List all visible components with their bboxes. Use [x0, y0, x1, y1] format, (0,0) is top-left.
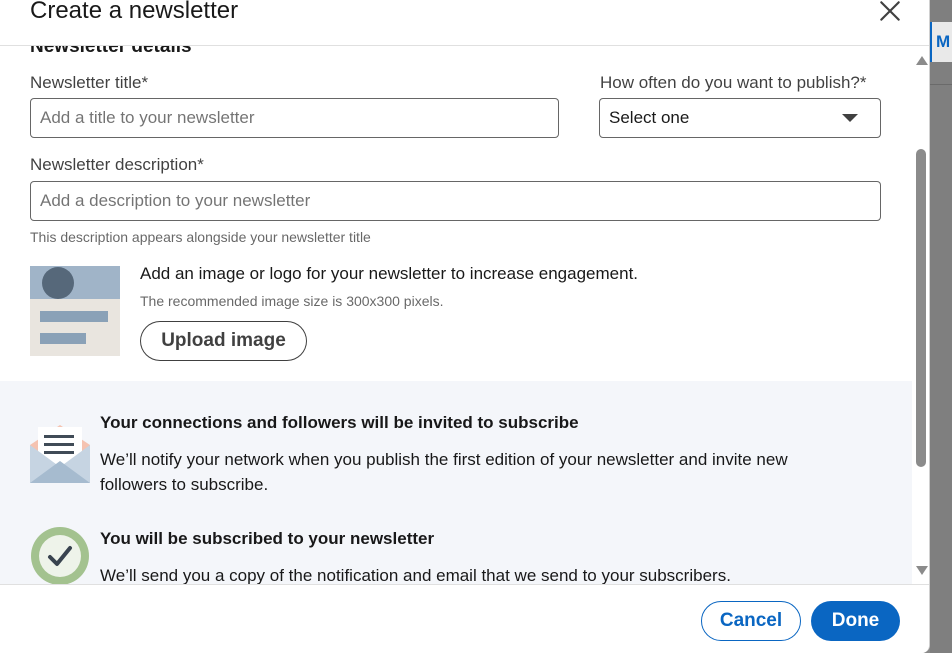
close-button[interactable] — [872, 0, 908, 28]
dialog-header: Create a newsletter — [0, 0, 929, 46]
dialog-footer: Cancel Done — [0, 584, 929, 653]
info-title-self-subscribe: You will be subscribed to your newslette… — [100, 529, 435, 548]
backdrop-nav-item: M — [930, 22, 952, 62]
page-backdrop — [930, 0, 952, 653]
caret-down-icon — [842, 114, 858, 122]
newsletter-title-input[interactable] — [30, 98, 559, 138]
dialog-title: Create a newsletter — [30, 0, 239, 24]
info-body-invite: We’ll notify your network when you publi… — [100, 450, 788, 494]
content-scrollbar[interactable] — [912, 46, 929, 584]
publish-frequency-value: Select one — [609, 108, 690, 127]
upload-image-button[interactable]: Upload image — [140, 321, 307, 361]
image-size-recommendation: The recommended image size is 300x300 pi… — [140, 293, 444, 309]
scroll-up-arrow-icon[interactable] — [916, 56, 928, 65]
section-heading-newsletter-details: Newsletter details — [30, 46, 192, 57]
envelope-icon — [30, 425, 90, 483]
newsletter-title-label: Newsletter title* — [30, 73, 149, 92]
info-body-self-subscribe: We’ll send you a copy of the notificatio… — [100, 566, 731, 584]
scroll-down-arrow-icon[interactable] — [916, 566, 928, 575]
close-icon — [880, 1, 900, 21]
dialog-content[interactable]: Newsletter details Newsletter title* How… — [0, 46, 912, 584]
create-newsletter-dialog: Create a newsletter Newsletter details N… — [0, 0, 930, 653]
image-placeholder-icon — [30, 266, 120, 356]
newsletter-image-placeholder — [30, 266, 120, 356]
info-title-invite: Your connections and followers will be i… — [100, 413, 579, 432]
newsletter-description-input[interactable] — [30, 181, 881, 221]
checkmark-icon — [31, 527, 89, 584]
description-helper-text: This description appears alongside your … — [30, 229, 371, 245]
publish-frequency-select[interactable]: Select one — [599, 98, 881, 138]
subscription-info-panel: Your connections and followers will be i… — [0, 381, 912, 584]
backdrop-divider — [930, 84, 952, 85]
publish-frequency-label: How often do you want to publish?* — [600, 73, 867, 92]
cancel-button[interactable]: Cancel — [701, 601, 801, 641]
image-prompt-text: Add an image or logo for your newsletter… — [140, 264, 639, 283]
scrollbar-thumb[interactable] — [916, 149, 926, 467]
newsletter-description-label: Newsletter description* — [30, 155, 204, 174]
done-button[interactable]: Done — [811, 601, 900, 641]
